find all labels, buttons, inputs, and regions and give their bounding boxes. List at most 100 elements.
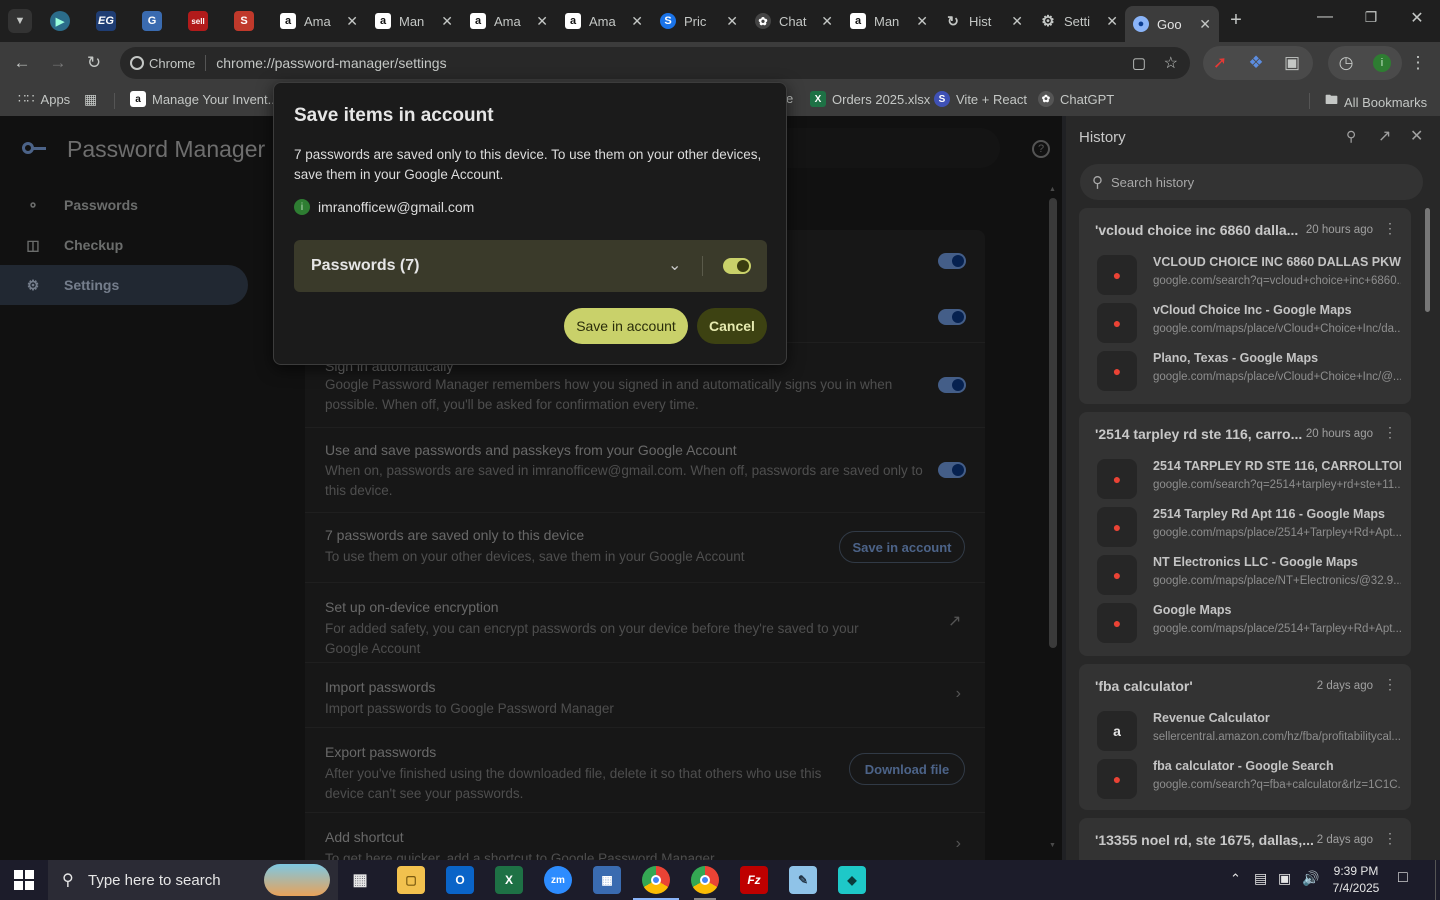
history-scrollbar[interactable] — [1425, 208, 1430, 312]
close-icon[interactable]: ✕ — [631, 13, 643, 30]
open-in-new-icon[interactable]: ↗ — [1378, 126, 1391, 146]
puzzle-icon[interactable]: ▣ — [1278, 49, 1306, 77]
bookmark-apps[interactable]: ∷∷ Apps — [18, 91, 70, 107]
address-bar[interactable]: Chrome chrome://password-manager/setting… — [120, 47, 1190, 79]
tab-7[interactable]: a Man ✕ — [842, 6, 936, 36]
new-tab-button[interactable]: + — [1225, 10, 1247, 32]
passwords-toggle[interactable] — [723, 258, 751, 274]
pinned-tab-4-icon[interactable]: sell — [188, 11, 208, 31]
tab-2[interactable]: a Man ✕ — [367, 6, 461, 36]
tab-6[interactable]: ✿ Chat ✕ — [747, 6, 841, 36]
windows-start-icon[interactable] — [14, 870, 34, 890]
history-item[interactable]: ● NT Electronics LLC - Google Maps google.… — [1097, 553, 1402, 597]
zoom-icon[interactable]: zm — [544, 866, 572, 894]
cancel-button[interactable]: Cancel — [697, 308, 767, 344]
bookmark-vite-react[interactable]: S Vite + React — [934, 91, 1027, 107]
notepad-icon[interactable]: ✎ — [789, 866, 817, 894]
filezilla-icon[interactable]: Fz — [740, 866, 768, 894]
install-app-icon[interactable]: ▢ — [1132, 54, 1146, 72]
bookmark-manage-inventory[interactable]: a Manage Your Invent... — [130, 91, 278, 107]
taskbar-search-input[interactable]: ⚲ Type here to search — [48, 860, 338, 900]
close-icon[interactable]: ✕ — [441, 13, 453, 30]
star-icon[interactable]: ☆ — [1164, 53, 1178, 73]
file-explorer-icon[interactable]: ▢ — [397, 866, 425, 894]
tab-1[interactable]: a Ama ✕ — [272, 6, 366, 36]
close-window-button[interactable]: ✕ — [1404, 8, 1430, 34]
save-in-account-dialog-button[interactable]: Save in account — [564, 308, 688, 344]
pinned-tab-3-icon[interactable]: G — [142, 11, 162, 31]
more-options-icon[interactable]: ⋮ — [1383, 830, 1397, 847]
back-icon[interactable]: ← — [8, 49, 36, 77]
tab-8[interactable]: ↻ Hist ✕ — [937, 6, 1031, 36]
group-heading[interactable]: '13355 noel rd, ste 1675, dallas,... — [1095, 832, 1314, 848]
restore-button[interactable]: ❐ — [1358, 9, 1384, 35]
close-icon[interactable]: ✕ — [346, 13, 358, 30]
close-icon[interactable]: ✕ — [726, 13, 738, 30]
clock[interactable]: 9:39 PM 7/4/2025 — [1326, 863, 1386, 897]
history-item[interactable]: ● 2514 Tarpley Rd Apt 116 - Google Maps go… — [1097, 505, 1402, 549]
tab-5[interactable]: S Pric ✕ — [652, 6, 746, 36]
chrome-profile-icon[interactable] — [691, 866, 719, 894]
outlook-icon[interactable]: O — [446, 866, 474, 894]
pin-icon[interactable]: ⚲ — [1346, 128, 1356, 145]
profile-avatar[interactable]: i — [1373, 54, 1391, 72]
network-alert-icon[interactable]: ▤ — [1254, 870, 1267, 887]
bookmark-chatgpt[interactable]: ✿ ChatGPT — [1038, 91, 1114, 107]
tab-3[interactable]: a Ama ✕ — [462, 6, 556, 36]
close-icon[interactable]: ✕ — [1199, 16, 1211, 33]
close-icon[interactable]: ✕ — [1106, 13, 1118, 30]
history-search-input[interactable]: ⚲ Search history — [1080, 164, 1423, 200]
more-options-icon[interactable]: ⋮ — [1383, 676, 1397, 693]
reload-icon[interactable]: ↻ — [80, 49, 108, 77]
history-item[interactable]: ● Google Maps google.com/maps/place/2514+T… — [1097, 601, 1402, 645]
extension-red-icon[interactable]: ➚ — [1206, 49, 1234, 77]
close-icon[interactable]: ✕ — [821, 13, 833, 30]
history-item[interactable]: ● VCLOUD CHOICE INC 6860 DALLAS PKWY ... g… — [1097, 253, 1402, 297]
close-icon[interactable]: ✕ — [1011, 13, 1023, 30]
tab-9[interactable]: ⚙ Setti ✕ — [1032, 6, 1126, 36]
url-text[interactable]: chrome://password-manager/settings — [216, 55, 446, 71]
history-item[interactable]: a Revenue Calculator sellercentral.amazon.… — [1097, 709, 1402, 753]
app-cube-icon[interactable]: ◆ — [838, 866, 866, 894]
group-heading[interactable]: 'vcloud choice inc 6860 dalla... — [1095, 222, 1298, 238]
menu-kebab-icon[interactable]: ⋮ — [1404, 49, 1432, 77]
pinned-tab-1-icon[interactable]: ▶ — [50, 11, 70, 31]
history-item[interactable]: ● fba calculator - Google Search google.co… — [1097, 757, 1402, 801]
more-options-icon[interactable]: ⋮ — [1383, 220, 1397, 237]
tab-10-active[interactable]: ● Goo ✕ — [1125, 6, 1219, 42]
volume-icon[interactable]: 🔊 — [1302, 870, 1319, 887]
history-sync-icon[interactable]: ◷ — [1332, 49, 1360, 77]
history-item[interactable]: ● vCloud Choice Inc - Google Maps google.c… — [1097, 301, 1402, 345]
minimize-button[interactable]: — — [1312, 8, 1338, 34]
bookmark-orders[interactable]: X Orders 2025.xlsx — [810, 91, 930, 107]
bookmark-tab-groups[interactable]: ▦ — [84, 91, 97, 108]
chevron-up-icon[interactable]: ⌃ — [1230, 871, 1241, 887]
forward-icon[interactable]: → — [44, 49, 72, 77]
close-icon[interactable]: ✕ — [1410, 126, 1423, 146]
network-icon[interactable]: ▣ — [1278, 870, 1291, 887]
pinned-tab-2-icon[interactable]: EG — [96, 11, 116, 31]
excel-icon[interactable]: X — [495, 866, 523, 894]
close-icon[interactable]: ✕ — [536, 13, 548, 30]
extension-blue-icon[interactable]: ❖ — [1242, 49, 1270, 77]
task-view-icon[interactable]: ▦ — [346, 866, 374, 894]
passwords-selector[interactable]: Passwords (7) ⌄ — [294, 240, 767, 292]
group-heading[interactable]: 'fba calculator' — [1095, 678, 1193, 694]
chevron-down-icon[interactable]: ⌄ — [668, 255, 681, 275]
tab-search-button[interactable]: ▼ — [8, 9, 32, 33]
group-heading[interactable]: '2514 tarpley rd ste 116, carro... — [1095, 426, 1302, 442]
more-options-icon[interactable]: ⋮ — [1383, 424, 1397, 441]
notification-icon[interactable]: □ — [1398, 869, 1408, 887]
folder-icon: 🖿 — [1325, 92, 1339, 107]
history-group: '13355 noel rd, ste 1675, dallas,... 2 d… — [1079, 818, 1411, 860]
close-icon[interactable]: ✕ — [916, 13, 928, 30]
all-bookmarks[interactable]: 🖿 All Bookmarks — [1325, 91, 1427, 113]
bookmark-partial[interactable]: e — [786, 91, 793, 106]
pinned-tab-5-icon[interactable]: S — [234, 11, 254, 31]
tab-4[interactable]: a Ama ✕ — [557, 6, 651, 36]
chrome-icon[interactable] — [642, 866, 670, 894]
calculator-icon[interactable]: ▦ — [593, 866, 621, 894]
history-item[interactable]: ● 2514 TARPLEY RD STE 116, CARROLLTON, T.… — [1097, 457, 1402, 501]
show-desktop-button[interactable] — [1435, 860, 1440, 900]
history-item[interactable]: ● Plano, Texas - Google Maps google.com/ma… — [1097, 349, 1402, 393]
